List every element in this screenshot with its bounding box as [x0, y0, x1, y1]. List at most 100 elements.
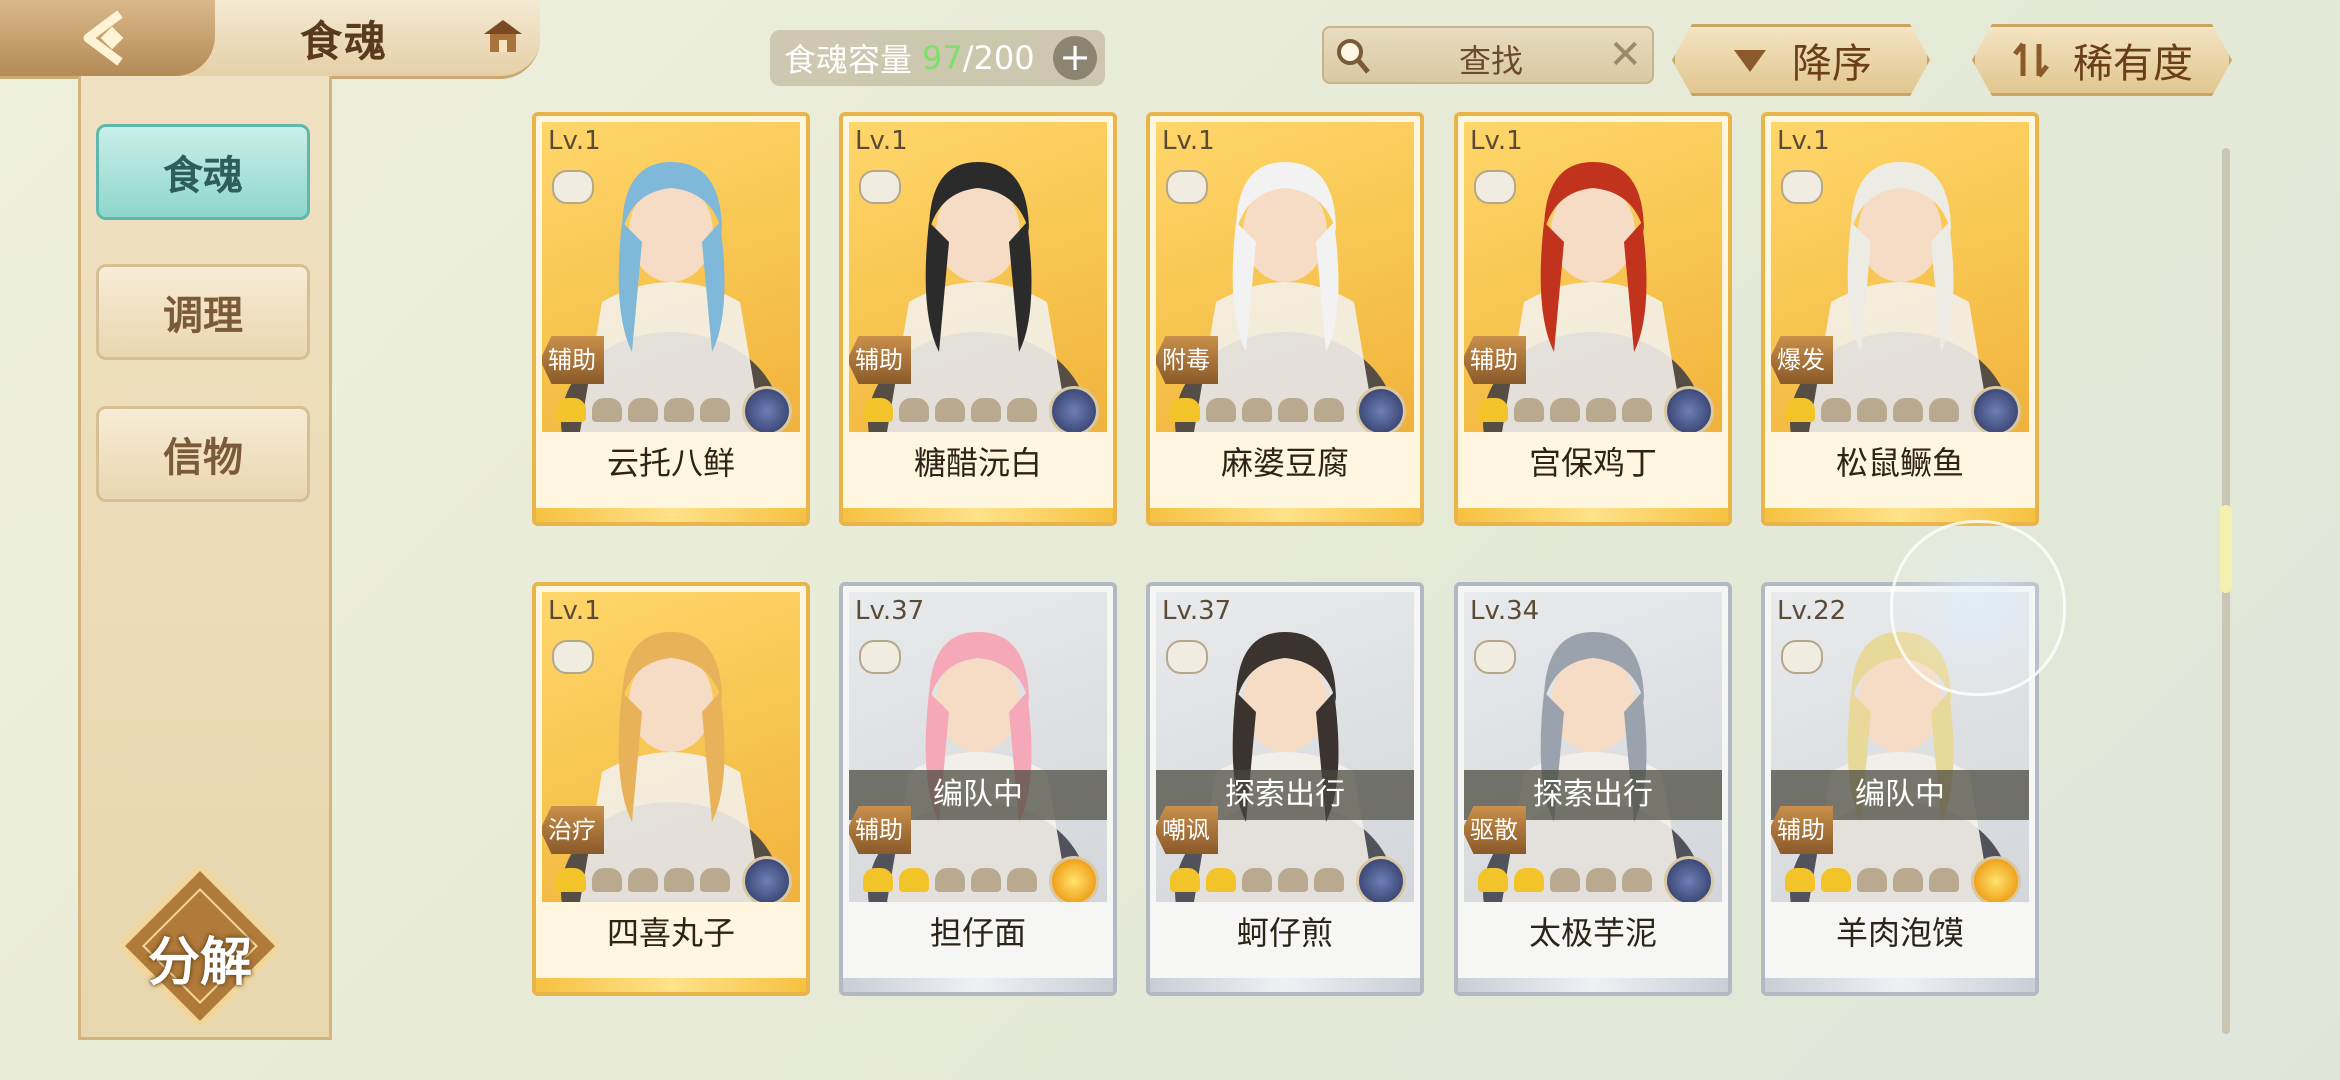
- home-icon[interactable]: [480, 14, 526, 60]
- role-badge: 辅助: [542, 336, 604, 384]
- star-icon: [1785, 398, 1815, 422]
- lock-toggle-icon[interactable]: [1781, 170, 1823, 204]
- level-label: Lv.1: [1470, 126, 1523, 156]
- star-icon: [1586, 398, 1616, 422]
- star-icon: [1170, 398, 1200, 422]
- character-portrait: Lv.1 辅助: [542, 122, 800, 432]
- lock-toggle-icon[interactable]: [1166, 640, 1208, 674]
- star-icon: [1314, 868, 1344, 892]
- food-soul-card[interactable]: Lv.1 辅助云托八鲜: [532, 112, 810, 526]
- rarity-strip: [1458, 508, 1728, 522]
- sparkle-effect: [1890, 520, 2066, 696]
- star-icon: [1478, 868, 1508, 892]
- back-button[interactable]: [0, 0, 215, 76]
- level-label: Lv.1: [1777, 126, 1830, 156]
- character-name: 云托八鲜: [606, 444, 735, 482]
- star-icon: [1206, 868, 1236, 892]
- clear-icon[interactable]: ✕: [1608, 32, 1642, 78]
- star-icon: [1007, 868, 1037, 892]
- tab-token[interactable]: 信物: [96, 406, 310, 502]
- rarity-strip: [843, 978, 1113, 992]
- star-icon: [1478, 398, 1508, 422]
- star-icon: [628, 398, 658, 422]
- star-rating: [863, 868, 1037, 892]
- star-icon: [664, 398, 694, 422]
- character-portrait: Lv.34 探索出行 驱散: [1464, 592, 1722, 902]
- capacity-plus-button[interactable]: +: [1053, 36, 1097, 80]
- element-icon: [1664, 856, 1714, 902]
- role-badge: 辅助: [1771, 806, 1833, 854]
- lock-toggle-icon[interactable]: [1166, 170, 1208, 204]
- tab-food-soul[interactable]: 食魂: [96, 124, 310, 220]
- food-soul-card[interactable]: Lv.1 爆发 松鼠鳜鱼: [1761, 112, 2039, 526]
- star-icon: [1893, 868, 1923, 892]
- star-icon: [935, 868, 965, 892]
- character-name: 蚵仔煎: [1236, 914, 1333, 952]
- star-icon: [1893, 398, 1923, 422]
- star-icon: [1007, 398, 1037, 422]
- level-label: Lv.22: [1777, 596, 1847, 626]
- decompose-button[interactable]: 分解: [116, 862, 284, 1030]
- star-icon: [1514, 868, 1544, 892]
- lock-toggle-icon[interactable]: [1474, 640, 1516, 674]
- character-name: 麻婆豆腐: [1220, 444, 1349, 482]
- lock-toggle-icon[interactable]: [859, 640, 901, 674]
- search-input[interactable]: 查找 ✕: [1322, 26, 1654, 84]
- star-icon: [1206, 398, 1236, 422]
- star-icon: [1514, 398, 1544, 422]
- star-icon: [1242, 868, 1272, 892]
- level-label: Lv.1: [548, 596, 601, 626]
- star-icon: [935, 398, 965, 422]
- sort-order-label: 降序: [1792, 41, 1872, 87]
- star-icon: [899, 868, 929, 892]
- page-title: 食魂: [300, 17, 389, 66]
- lock-toggle-icon[interactable]: [1474, 170, 1516, 204]
- star-icon: [592, 398, 622, 422]
- element-icon: [1971, 856, 2021, 902]
- character-portrait: Lv.1 治疗: [542, 592, 800, 902]
- star-icon: [592, 868, 622, 892]
- decompose-label: 分解: [147, 933, 252, 993]
- role-badge: 爆发: [1771, 336, 1833, 384]
- level-label: Lv.37: [855, 596, 925, 626]
- role-badge: 附毒: [1156, 336, 1218, 384]
- food-soul-card[interactable]: Lv.1 治疗四喜丸子: [532, 582, 810, 996]
- star-icon: [1278, 868, 1308, 892]
- food-soul-card[interactable]: Lv.34 探索出行 驱散 太极芋泥: [1454, 582, 1732, 996]
- lock-toggle-icon[interactable]: [859, 170, 901, 204]
- lock-toggle-icon[interactable]: [552, 170, 594, 204]
- lock-toggle-icon[interactable]: [1781, 640, 1823, 674]
- star-icon: [863, 398, 893, 422]
- scrollbar-thumb[interactable]: [2220, 505, 2232, 593]
- star-icon: [1929, 398, 1959, 422]
- character-portrait: Lv.37 探索出行 嘲讽: [1156, 592, 1414, 902]
- star-icon: [899, 398, 929, 422]
- food-soul-card[interactable]: Lv.1 辅助 糖醋沅白: [839, 112, 1117, 526]
- star-icon: [971, 398, 1001, 422]
- star-icon: [1821, 868, 1851, 892]
- star-icon: [700, 398, 730, 422]
- star-rating: [1785, 398, 1959, 422]
- sort-swap-icon: [2011, 40, 2051, 80]
- tab-cooking[interactable]: 调理: [96, 264, 310, 360]
- character-portrait: Lv.37 编队中 辅助: [849, 592, 1107, 902]
- search-placeholder: 查找: [1459, 42, 1524, 80]
- food-soul-card[interactable]: Lv.1 辅助 宫保鸡丁: [1454, 112, 1732, 526]
- star-icon: [1857, 868, 1887, 892]
- role-badge: 驱散: [1464, 806, 1526, 854]
- sort-order-button[interactable]: 降序: [1672, 24, 1930, 96]
- lock-toggle-icon[interactable]: [552, 640, 594, 674]
- sort-by-button[interactable]: 稀有度: [1972, 24, 2232, 96]
- food-soul-card[interactable]: Lv.37 探索出行 嘲讽蚵仔煎: [1146, 582, 1424, 996]
- star-icon: [1170, 868, 1200, 892]
- food-soul-card[interactable]: Lv.1 附毒 麻婆豆腐: [1146, 112, 1424, 526]
- role-badge: 治疗: [542, 806, 604, 854]
- character-name: 羊肉泡馍: [1835, 914, 1964, 952]
- character-name: 四喜丸子: [606, 914, 735, 952]
- sort-desc-icon: [1730, 40, 1770, 80]
- character-portrait: Lv.1 爆发: [1771, 122, 2029, 432]
- character-portrait: Lv.1 辅助: [849, 122, 1107, 432]
- capacity-display: 食魂容量 97 /200 +: [770, 30, 1105, 86]
- food-soul-card[interactable]: Lv.37 编队中 辅助 担仔面: [839, 582, 1117, 996]
- star-icon: [1785, 868, 1815, 892]
